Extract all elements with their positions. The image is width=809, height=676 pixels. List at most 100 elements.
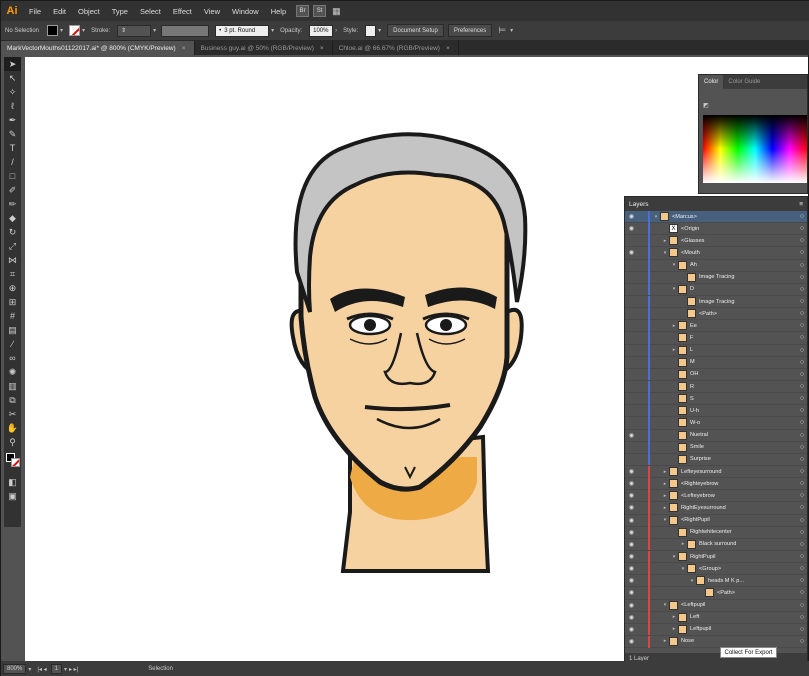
visibility-eye-icon[interactable]: ◉ — [625, 602, 638, 609]
fill-swatch[interactable] — [47, 25, 59, 36]
visibility-eye-icon[interactable]: ◉ — [625, 347, 638, 354]
fill-stroke-mini-icon[interactable]: ◩ — [703, 102, 709, 109]
tab-markvectormouths[interactable]: MarkVectorMouths01122017.ai* @ 800% (CMY… — [1, 41, 195, 55]
opacity-field[interactable]: 100% — [309, 24, 334, 37]
chevron-down-icon[interactable]: ▾ — [26, 666, 33, 673]
expand-toggle-icon[interactable]: ▸ — [670, 614, 678, 620]
layer-name[interactable]: D — [690, 286, 797, 292]
target-circle-icon[interactable]: ○ — [797, 456, 807, 463]
visibility-eye-icon[interactable]: ◉ — [625, 286, 638, 293]
curvature-tool-icon[interactable]: ✎ — [4, 127, 21, 141]
brush-definition[interactable]: • 3 pt. Round — [215, 24, 270, 37]
menu-edit[interactable]: Edit — [47, 7, 72, 16]
layer-row[interactable]: ◉ ▸ RightEyesurround ○ — [625, 501, 807, 515]
symbol-sprayer-tool-icon[interactable]: ✺ — [4, 365, 21, 379]
layer-row[interactable]: ◉ OH○ — [625, 368, 807, 381]
chevron-down-icon[interactable]: ▾ — [151, 27, 158, 34]
visibility-eye-icon[interactable]: ◉ — [625, 395, 638, 402]
stroke-swatch[interactable] — [11, 458, 20, 467]
target-circle-icon[interactable]: ○ — [797, 614, 807, 621]
drawing-mode-icon[interactable]: ◧ — [4, 475, 21, 489]
layer-row[interactable]: ◉ Smile○ — [625, 441, 807, 454]
visibility-eye-icon[interactable]: ◉ — [625, 407, 638, 414]
layer-name[interactable]: Lefteyesurround — [681, 469, 797, 475]
expand-toggle-icon[interactable]: ▾ — [661, 602, 669, 608]
visibility-eye-icon[interactable]: ◉ — [625, 237, 638, 244]
blend-tool-icon[interactable]: ∞ — [4, 351, 21, 365]
visibility-eye-icon[interactable]: ◉ — [625, 492, 638, 499]
rectangle-tool-icon[interactable]: □ — [4, 169, 21, 183]
target-circle-icon[interactable]: ○ — [797, 468, 807, 475]
free-transform-tool-icon[interactable]: ⌗ — [4, 267, 21, 281]
gradient-tool-icon[interactable]: ▤ — [4, 323, 21, 337]
eyedropper-tool-icon[interactable]: ⁄ — [4, 337, 21, 351]
panel-menu-icon[interactable]: ≡ — [799, 201, 803, 208]
expand-toggle-icon[interactable]: ▾ — [661, 517, 669, 523]
layer-row[interactable]: ◉ X <Origin ○ — [625, 222, 807, 236]
visibility-eye-icon[interactable]: ◉ — [625, 504, 638, 511]
target-circle-icon[interactable]: ○ — [797, 529, 807, 536]
layer-name[interactable]: <Leftpupil — [681, 602, 797, 608]
target-circle-icon[interactable]: ○ — [797, 249, 807, 256]
layer-name[interactable]: Ah — [690, 262, 797, 268]
expand-toggle-icon[interactable]: ▾ — [652, 214, 660, 220]
layer-name[interactable]: S — [690, 396, 797, 402]
layer-name[interactable]: Leftpupil — [690, 626, 797, 632]
eraser-tool-icon[interactable]: ◆ — [4, 211, 21, 225]
target-circle-icon[interactable]: ○ — [797, 602, 807, 609]
layer-row[interactable]: ◉ ▸ Lefteyesurround ○ — [625, 465, 807, 479]
visibility-eye-icon[interactable]: ◉ — [625, 444, 638, 451]
target-circle-icon[interactable]: ○ — [797, 565, 807, 572]
layer-row[interactable]: ◉ <Path>○ — [625, 307, 807, 321]
layer-name[interactable]: <Origin — [681, 226, 797, 232]
rotate-tool-icon[interactable]: ↻ — [4, 225, 21, 239]
visibility-eye-icon[interactable]: ◉ — [625, 359, 638, 366]
layer-row[interactable]: ◉ ▸ L○ — [625, 344, 807, 357]
layer-row[interactable]: ◉ ▸ Left ○ — [625, 611, 807, 624]
selection-tool-icon[interactable]: ➤ — [4, 57, 21, 71]
column-graph-tool-icon[interactable]: ▥ — [4, 379, 21, 393]
visibility-eye-icon[interactable]: ◉ — [625, 262, 638, 269]
layer-row[interactable]: ◉ ▾ <Mouth ○ — [625, 247, 807, 260]
layer-row[interactable]: ◉ M○ — [625, 356, 807, 369]
visibility-eye-icon[interactable]: ◉ — [625, 334, 638, 341]
bridge-button[interactable]: Br — [296, 5, 310, 17]
visibility-eye-icon[interactable]: ◉ — [625, 432, 638, 439]
layer-row[interactable]: ◉ Rightwhitecenter ○ — [625, 526, 807, 539]
menu-help[interactable]: Help — [265, 7, 292, 16]
visibility-eye-icon[interactable]: ◉ — [625, 310, 638, 317]
expand-toggle-icon[interactable]: ▾ — [670, 262, 678, 268]
menu-type[interactable]: Type — [106, 7, 134, 16]
visibility-eye-icon[interactable]: ◉ — [625, 322, 638, 329]
visibility-eye-icon[interactable]: ◉ — [625, 419, 638, 426]
width-tool-icon[interactable]: ⋈ — [4, 253, 21, 267]
target-circle-icon[interactable]: ○ — [797, 334, 807, 341]
chevron-down-icon[interactable]: ▾ — [80, 27, 87, 34]
target-circle-icon[interactable]: ○ — [797, 480, 807, 487]
target-circle-icon[interactable]: ○ — [797, 274, 807, 281]
layer-name[interactable]: Nuetral — [690, 432, 797, 438]
preferences-button[interactable]: Preferences — [447, 24, 493, 37]
arrange-documents-icon[interactable]: ▦ — [332, 6, 341, 17]
layer-name[interactable]: Nose — [681, 638, 797, 644]
layer-row[interactable]: ◉ ▸ Black surround ○ — [625, 538, 807, 551]
layer-name[interactable]: <Righteyebrow — [681, 481, 797, 487]
perspective-grid-tool-icon[interactable]: ⊞ — [4, 295, 21, 309]
expand-toggle-icon[interactable]: ▸ — [661, 638, 669, 644]
tab-color-guide[interactable]: Color Guide — [723, 75, 765, 89]
layer-row[interactable]: ◉ ▾ <RightPupil ○ — [625, 514, 807, 527]
pen-tool-icon[interactable]: ✒ — [4, 113, 21, 127]
target-circle-icon[interactable]: ○ — [797, 395, 807, 402]
zoom-field[interactable]: 800% — [3, 664, 27, 674]
layer-name[interactable]: Image Tracing — [699, 274, 797, 280]
layer-row[interactable]: ◉ ▸ Leftpupil ○ — [625, 623, 807, 636]
layer-row[interactable]: ◉ ▸ <Righteyebrow ○ — [625, 477, 807, 491]
layer-row[interactable]: ◉ ▾ heads M K p... ○ — [625, 574, 807, 588]
layer-name[interactable]: <Path> — [717, 590, 797, 596]
visibility-eye-icon[interactable]: ◉ — [625, 541, 638, 548]
layer-name[interactable]: L — [690, 347, 797, 353]
target-circle-icon[interactable]: ○ — [797, 383, 807, 390]
layer-name[interactable]: RightPupil — [690, 554, 797, 560]
tab-color[interactable]: Color — [699, 75, 724, 89]
target-circle-icon[interactable]: ○ — [797, 577, 807, 584]
